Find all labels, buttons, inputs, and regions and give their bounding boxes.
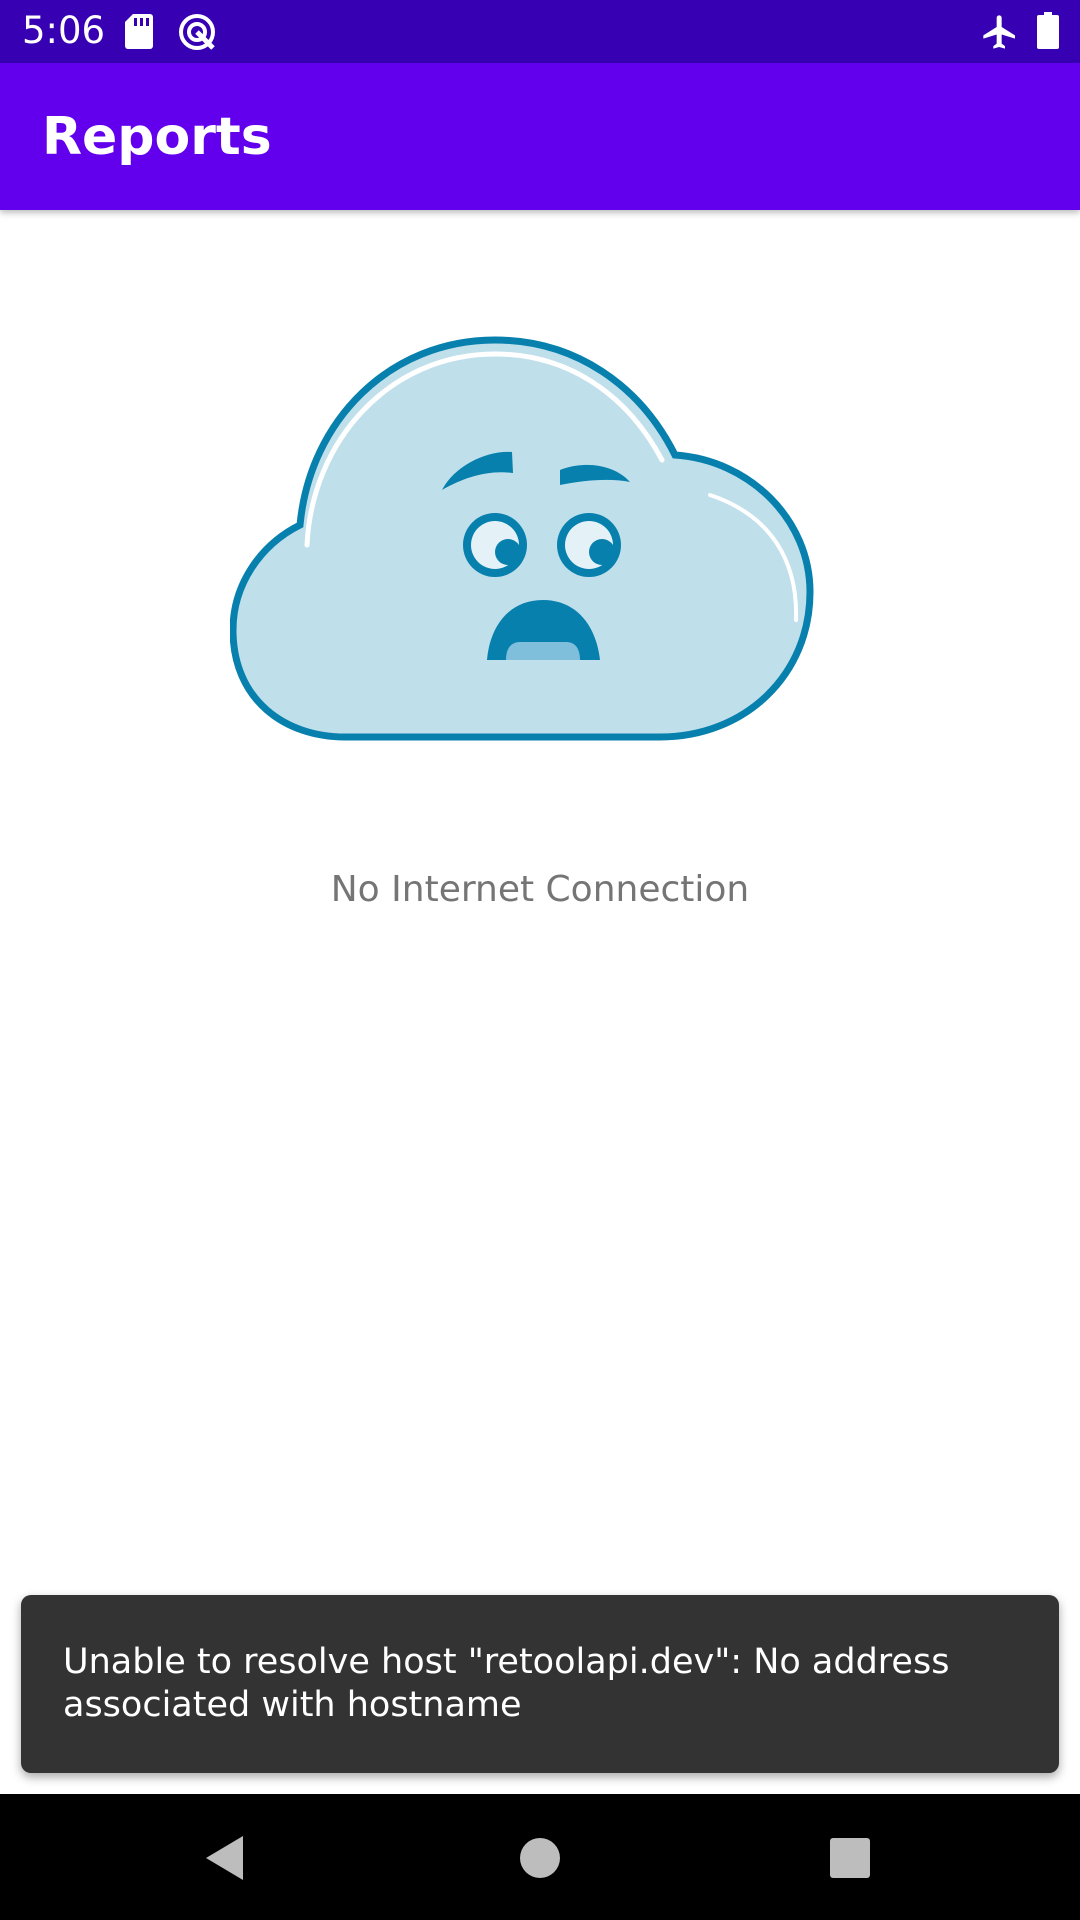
status-time: 5:06 bbox=[22, 9, 106, 52]
navigation-bar bbox=[0, 1794, 1080, 1920]
back-icon[interactable] bbox=[198, 1830, 254, 1886]
page-title: Reports bbox=[42, 107, 272, 167]
sync-icon bbox=[177, 12, 217, 57]
snackbar-message: Unable to resolve host "retoolapi.dev": … bbox=[63, 1642, 950, 1725]
airplane-mode-icon bbox=[980, 12, 1020, 57]
app-bar: Reports bbox=[0, 63, 1080, 210]
battery-icon bbox=[1036, 12, 1060, 55]
no-connection-message: No Internet Connection bbox=[330, 869, 750, 910]
home-icon[interactable] bbox=[512, 1830, 568, 1886]
sd-card-icon bbox=[124, 12, 154, 55]
recents-icon[interactable] bbox=[822, 1830, 878, 1886]
status-bar: 5:06 bbox=[0, 0, 1080, 63]
sad-cloud-icon bbox=[229, 330, 816, 746]
snackbar: Unable to resolve host "retoolapi.dev": … bbox=[21, 1595, 1059, 1773]
